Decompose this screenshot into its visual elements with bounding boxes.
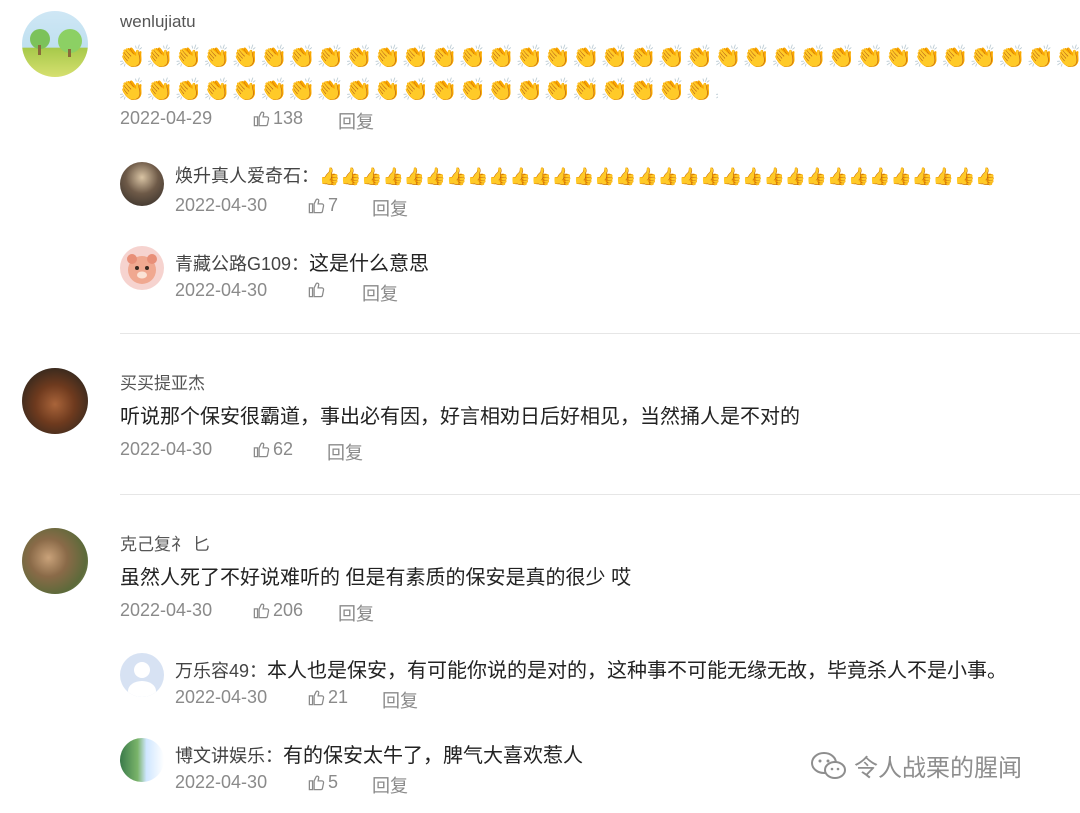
comment-date: 2022-04-30: [120, 439, 213, 459]
thumbs-up-icon: [308, 198, 325, 214]
reply-button[interactable]: 回复: [372, 195, 408, 221]
reply-button[interactable]: 回复: [362, 280, 398, 306]
like-button[interactable]: 62: [252, 439, 293, 460]
avatar[interactable]: [120, 653, 164, 697]
reply-button[interactable]: 回复: [338, 108, 374, 134]
comment-date: 2022-04-29: [120, 108, 213, 128]
separator: [120, 494, 1080, 495]
like-count: 7: [328, 195, 339, 215]
reply-username[interactable]: 青藏公路G109：: [175, 254, 309, 274]
comment-meta: 2022-04-29 138 回复: [120, 108, 520, 132]
reply-line: 焕升真人爱奇石：👍👍👍👍👍👍👍👍👍👍👍👍👍👍👍👍👍👍👍👍👍👍👍👍👍👍👍👍👍👍👍👍: [175, 162, 1080, 188]
comment-content: 👏👏👏👏👏👏👏👏👏👏👏👏👏👏👏👏👏👏👏👏👏👏👏👏👏👏👏👏👏👏👏👏👏👏👏👏👏👏👏: [118, 44, 1080, 69]
reply-line: 青藏公路G109：这是什么意思: [175, 247, 429, 276]
cartoon-bear-icon: [127, 254, 157, 284]
comment-username[interactable]: 克己复礻 匕: [120, 530, 210, 555]
reply-date: 2022-04-30: [175, 195, 268, 215]
reply-meta: 2022-04-30 7 回复: [175, 195, 575, 219]
reply-date: 2022-04-30: [175, 280, 268, 300]
comment-content: 虽然人死了不好说难听的 但是有素质的保安是真的很少 哎: [120, 567, 632, 589]
like-count: 206: [273, 600, 304, 620]
avatar[interactable]: [120, 738, 164, 782]
thumbs-up-icon: [308, 282, 325, 298]
watermark-text: 令人战栗的腥闻: [854, 755, 1022, 782]
comment-content-continued: 👏👏👏👏👏👏👏👏👏👏👏👏👏👏👏👏👏👏👏👏👏👏: [118, 77, 718, 102]
like-count: 138: [273, 108, 304, 128]
watermark: 令人战栗的腥闻: [810, 748, 1022, 783]
avatar[interactable]: [22, 368, 88, 434]
reply-button[interactable]: 回复: [372, 772, 408, 798]
comment-username[interactable]: 买买提亚杰: [120, 369, 205, 394]
reply-meta: 2022-04-30 21 回复: [175, 687, 575, 711]
thumbs-up-icon: [253, 603, 270, 619]
comment-content: 听说那个保安很霸道，事出必有因，好言相劝日后好相见，当然捅人是不对的: [120, 406, 800, 428]
thumbs-up-icon: [308, 690, 325, 706]
like-button[interactable]: 206: [252, 600, 303, 621]
reply-line: 万乐容49：本人也是保安，有可能你说的是对的，这种事不可能无缘无故，毕竟杀人不是…: [175, 654, 1080, 683]
thumbs-up-icon: [308, 775, 325, 791]
separator: [120, 333, 1080, 334]
reply-meta: 2022-04-30 5 回复: [175, 772, 575, 796]
reply-username[interactable]: 焕升真人爱奇石：: [175, 166, 319, 186]
like-button[interactable]: [307, 280, 328, 299]
like-count: 5: [328, 772, 339, 792]
reply-content: 有的保安太牛了，脾气大喜欢惹人: [283, 745, 583, 767]
like-button[interactable]: 5: [307, 772, 338, 793]
reply-content: 👍👍👍👍👍👍👍👍👍👍👍👍👍👍👍👍👍👍👍👍👍👍👍👍👍👍👍👍👍👍👍👍: [319, 167, 997, 186]
reply-line: 博文讲娱乐：有的保安太牛了，脾气大喜欢惹人: [175, 739, 583, 768]
like-button[interactable]: 138: [252, 108, 303, 129]
comment-meta: 2022-04-30 62 回复: [120, 439, 520, 463]
reply-username[interactable]: 博文讲娱乐：: [175, 746, 283, 766]
wechat-icon: [811, 751, 846, 779]
reply-button[interactable]: 回复: [327, 439, 363, 465]
reply-date: 2022-04-30: [175, 687, 268, 707]
thumbs-up-icon: [253, 111, 270, 127]
avatar[interactable]: [22, 11, 88, 77]
comment-date: 2022-04-30: [120, 600, 213, 620]
reply-content: 本人也是保安，有可能你说的是对的，这种事不可能无缘无故，毕竟杀人不是小事。: [267, 660, 1008, 682]
avatar[interactable]: [120, 162, 164, 206]
comment-meta: 2022-04-30 206 回复: [120, 600, 520, 624]
avatar[interactable]: [22, 528, 88, 594]
like-count: 21: [328, 687, 349, 707]
comment-username[interactable]: wenlujiatu: [120, 12, 196, 32]
avatar-landscape-icon: [30, 29, 82, 57]
like-button[interactable]: 21: [307, 687, 348, 708]
default-user-icon: [128, 662, 156, 697]
reply-meta: 2022-04-30 回复: [175, 280, 575, 304]
like-button[interactable]: 7: [307, 195, 338, 216]
reply-content: 这是什么意思: [309, 253, 430, 275]
reply-button[interactable]: 回复: [382, 687, 418, 713]
reply-date: 2022-04-30: [175, 772, 268, 792]
reply-username[interactable]: 万乐容49：: [175, 661, 267, 681]
thumbs-up-icon: [253, 442, 270, 458]
avatar[interactable]: [120, 246, 164, 290]
reply-button[interactable]: 回复: [338, 600, 374, 626]
like-count: 62: [273, 439, 294, 459]
